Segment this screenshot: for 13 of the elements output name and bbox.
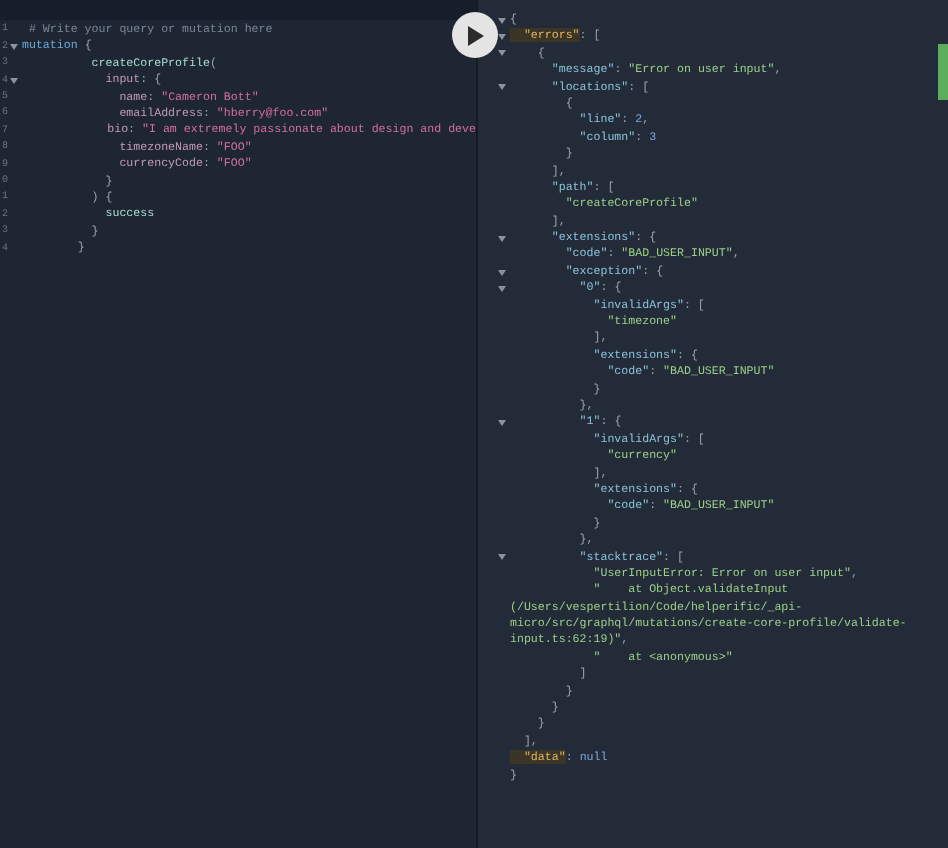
fold-arrow-icon[interactable]: [498, 235, 506, 242]
fold-arrow-icon[interactable]: [498, 285, 506, 292]
play-icon: [466, 25, 484, 45]
fold-arrow-icon[interactable]: [498, 34, 506, 41]
fold-arrow-icon[interactable]: [498, 84, 506, 91]
fold-arrow-icon[interactable]: [498, 269, 506, 276]
fold-arrow-icon[interactable]: [498, 554, 506, 561]
fold-arrow-icon[interactable]: [10, 44, 18, 51]
fold-arrow-icon[interactable]: [498, 17, 506, 24]
scrollbar-thumb[interactable]: [938, 44, 948, 100]
fold-arrow-icon[interactable]: [498, 50, 506, 57]
fold-arrow-icon[interactable]: [498, 420, 506, 427]
fold-arrow-icon[interactable]: [10, 77, 18, 84]
